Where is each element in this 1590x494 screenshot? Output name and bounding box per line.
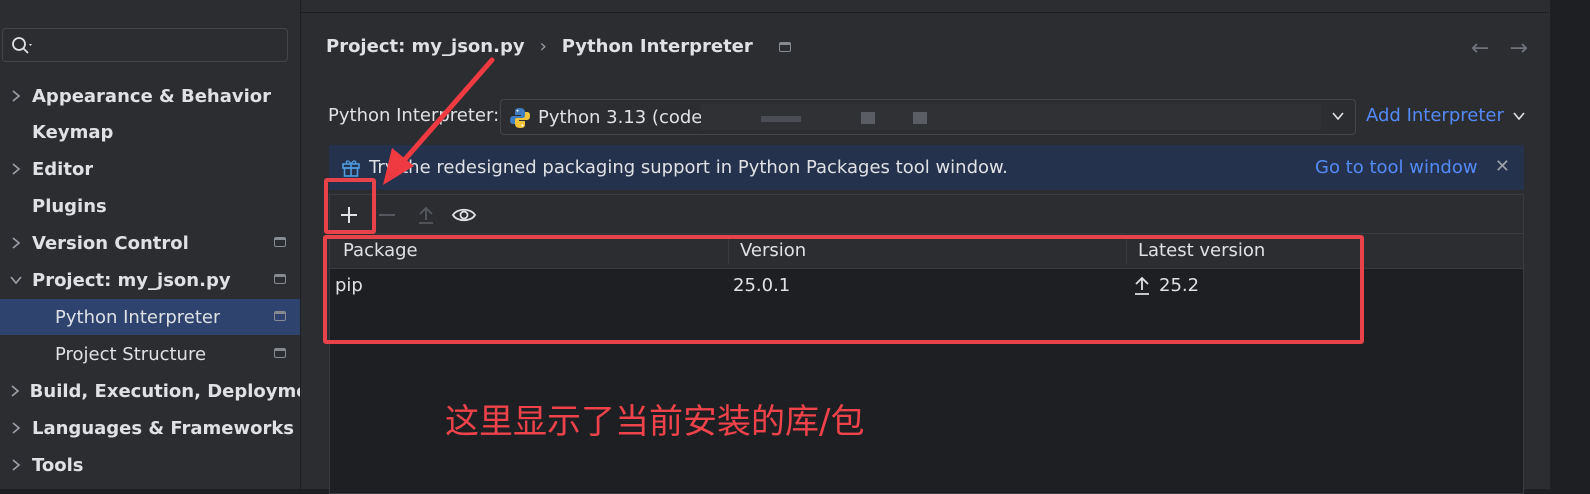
uninstall-package-button[interactable] bbox=[374, 202, 400, 228]
plus-icon bbox=[341, 207, 357, 223]
sidebar-item-label: Build, Execution, Deploymen bbox=[29, 380, 300, 402]
sidebar-item-label: Tools bbox=[32, 454, 84, 476]
chevron-right-icon bbox=[0, 90, 32, 102]
sidebar-item-label: Version Control bbox=[32, 232, 189, 254]
sidebar-item-label: Project: my_json.py bbox=[32, 269, 231, 291]
breadcrumb-parent[interactable]: Project: my_json.py bbox=[326, 36, 525, 57]
sidebar-item-label: Plugins bbox=[32, 195, 107, 217]
interpreter-label: Python Interpreter: bbox=[328, 105, 500, 126]
chevron-right-icon bbox=[0, 422, 32, 434]
chevron-right-icon bbox=[0, 163, 32, 175]
sidebar-item-plugins[interactable]: Plugins bbox=[0, 188, 300, 224]
project-scope-icon bbox=[778, 41, 791, 52]
column-divider[interactable] bbox=[1126, 238, 1127, 264]
latest-version-value: 25.2 bbox=[1159, 275, 1200, 296]
chevron-down-icon bbox=[1513, 111, 1525, 120]
settings-search-input[interactable] bbox=[2, 28, 288, 62]
upgrade-icon bbox=[419, 206, 433, 224]
scrollbar-gutter bbox=[1550, 0, 1590, 489]
python-icon bbox=[510, 108, 530, 128]
project-scope-icon bbox=[274, 237, 286, 247]
sidebar-item-languages[interactable]: Languages & Frameworks bbox=[0, 410, 300, 446]
breadcrumb: Project: my_json.py › Python Interpreter bbox=[326, 36, 791, 57]
sidebar-item-appearance[interactable]: Appearance & Behavior bbox=[0, 78, 300, 114]
packages-panel: Package Version Latest version pip 25.0.… bbox=[329, 194, 1524, 494]
packages-table-header: Package Version Latest version bbox=[330, 234, 1523, 269]
arrow-left-icon[interactable]: ← bbox=[1471, 36, 1489, 61]
sidebar-item-label: Editor bbox=[32, 158, 94, 180]
show-early-releases-button[interactable] bbox=[451, 202, 477, 228]
arrow-right-icon[interactable]: → bbox=[1509, 36, 1527, 61]
annotation-text: 这里显示了当前安装的库/包 bbox=[445, 402, 865, 442]
column-divider[interactable] bbox=[728, 238, 729, 264]
banner-text: Try the redesigned packaging support in … bbox=[369, 157, 1008, 178]
column-header-package[interactable]: Package bbox=[343, 240, 418, 261]
sidebar-item-build-execution[interactable]: Build, Execution, Deploymen bbox=[0, 373, 300, 409]
chevron-right-icon bbox=[0, 459, 32, 471]
package-name: pip bbox=[335, 275, 363, 296]
column-header-version[interactable]: Version bbox=[740, 240, 806, 261]
sidebar-item-label: Project Structure bbox=[55, 343, 207, 365]
sidebar-item-project-structure[interactable]: Project Structure bbox=[0, 336, 300, 372]
sidebar-item-version-control[interactable]: Version Control bbox=[0, 225, 300, 261]
interpreter-select[interactable]: Python 3.13 (code bbox=[500, 99, 1356, 135]
add-interpreter-label: Add Interpreter bbox=[1366, 105, 1504, 126]
sidebar-item-label: Languages & Frameworks bbox=[32, 417, 295, 439]
go-to-tool-window-link[interactable]: Go to tool window bbox=[1315, 157, 1478, 178]
settings-sidebar: Appearance & Behavior Keymap Editor Plug… bbox=[0, 0, 301, 489]
sidebar-item-label: Python Interpreter bbox=[55, 306, 221, 328]
column-header-latest-version[interactable]: Latest version bbox=[1138, 240, 1265, 261]
package-latest: 25.2 bbox=[1133, 275, 1199, 296]
breadcrumb-current: Python Interpreter bbox=[561, 36, 753, 57]
chevron-down-icon bbox=[1332, 112, 1344, 121]
chevron-down-icon bbox=[0, 275, 32, 285]
install-package-button[interactable] bbox=[336, 202, 362, 228]
sidebar-item-python-interpreter[interactable]: Python Interpreter bbox=[0, 299, 300, 335]
upgrade-available-icon bbox=[1135, 276, 1149, 295]
sidebar-item-label: Keymap bbox=[32, 121, 114, 143]
upgrade-package-button[interactable] bbox=[413, 202, 439, 228]
sidebar-item-editor[interactable]: Editor bbox=[0, 151, 300, 187]
project-scope-icon bbox=[274, 311, 286, 321]
history-navigation: ← → bbox=[1471, 36, 1528, 61]
search-icon bbox=[12, 37, 32, 54]
project-scope-icon bbox=[274, 348, 286, 358]
sidebar-item-keymap[interactable]: Keymap bbox=[0, 114, 300, 150]
minus-icon bbox=[379, 214, 395, 216]
gift-icon bbox=[342, 160, 360, 177]
chevron-right-icon bbox=[0, 237, 32, 249]
divider bbox=[301, 12, 1549, 13]
packaging-banner: Try the redesigned packaging support in … bbox=[329, 145, 1524, 190]
sidebar-item-project[interactable]: Project: my_json.py bbox=[0, 262, 300, 298]
eye-icon bbox=[451, 208, 477, 222]
interpreter-value: Python 3.13 (code bbox=[538, 107, 703, 128]
add-interpreter-link[interactable]: Add Interpreter bbox=[1366, 105, 1526, 126]
close-icon[interactable]: ✕ bbox=[1495, 156, 1510, 177]
project-scope-icon bbox=[274, 274, 286, 284]
sidebar-item-label: Appearance & Behavior bbox=[32, 85, 272, 107]
table-row[interactable]: pip 25.0.1 25.2 bbox=[330, 269, 1523, 303]
packages-toolbar bbox=[330, 195, 1523, 234]
sidebar-item-tools[interactable]: Tools bbox=[0, 447, 300, 483]
package-version: 25.0.1 bbox=[733, 275, 791, 296]
redacted-path bbox=[701, 104, 1321, 130]
chevron-right-icon bbox=[0, 385, 30, 397]
breadcrumb-separator: › bbox=[539, 36, 547, 57]
